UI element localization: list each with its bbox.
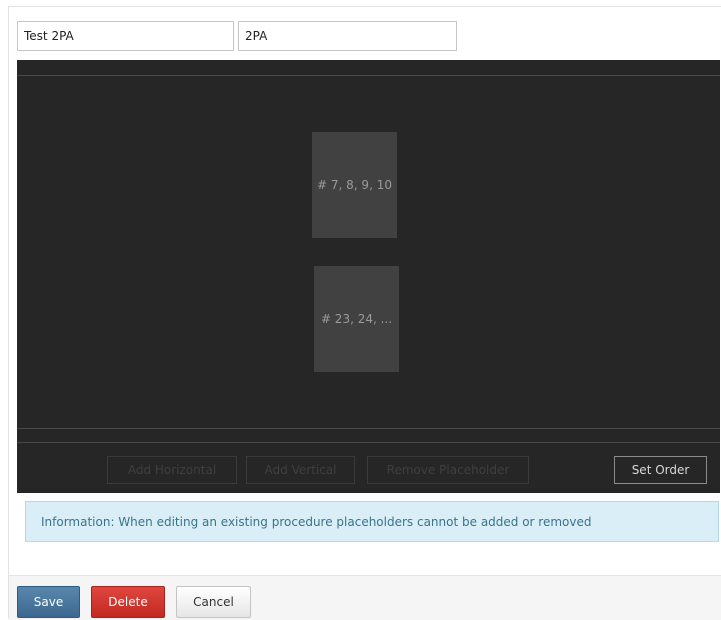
add-horizontal-button: Add Horizontal [107, 456, 237, 484]
procedure-name-input[interactable] [17, 21, 234, 51]
remove-placeholder-button: Remove Placeholder [367, 456, 529, 484]
delete-button[interactable]: Delete [91, 586, 165, 618]
procedure-abbreviation-input[interactable] [238, 21, 457, 51]
placeholder-box[interactable]: # 7, 8, 9, 10 [312, 132, 397, 238]
editor-bottom-divider [17, 428, 720, 429]
editor-top-divider [17, 75, 720, 76]
dialog-top-border [8, 6, 721, 7]
cancel-button[interactable]: Cancel [176, 586, 251, 618]
set-order-button[interactable]: Set Order [614, 456, 707, 484]
toolbar-divider [17, 442, 720, 443]
save-button[interactable]: Save [17, 586, 80, 618]
info-message: Information: When editing an existing pr… [25, 501, 719, 542]
dialog-left-border [8, 6, 9, 619]
info-message-text: Information: When editing an existing pr… [41, 514, 592, 529]
placeholder-box[interactable]: # 23, 24, ... [314, 266, 399, 372]
add-vertical-button: Add Vertical [246, 456, 355, 484]
layout-editor-canvas: # 7, 8, 9, 10 # 23, 24, ... Add Horizont… [17, 60, 720, 493]
